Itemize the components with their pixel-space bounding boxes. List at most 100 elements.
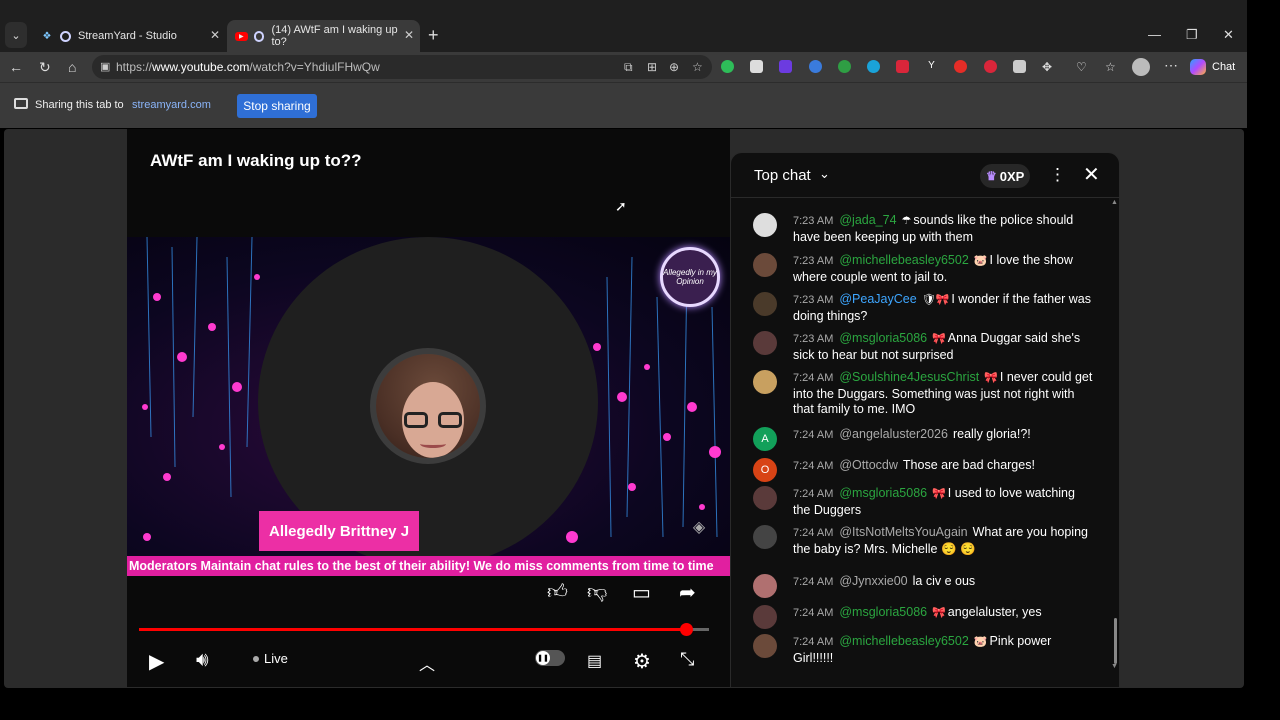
- share-icon[interactable]: ➦: [679, 580, 696, 605]
- user-avatar[interactable]: [753, 213, 777, 237]
- live-dot: [253, 655, 259, 662]
- address-bar[interactable]: ▣ https://www.youtube.com/watch?v=Yhdiul…: [92, 55, 712, 79]
- site-info-icon[interactable]: ▣: [100, 60, 110, 73]
- extension-icon[interactable]: [896, 60, 909, 73]
- host-name-tag: Allegedly Brittney J: [259, 511, 420, 551]
- user-avatar[interactable]: A: [753, 427, 777, 451]
- app-available-icon[interactable]: ⧉: [624, 60, 633, 75]
- user-avatar[interactable]: [753, 370, 777, 394]
- chat-mode-title[interactable]: Top chat: [754, 167, 811, 184]
- message-text: really gloria!?!: [952, 427, 1031, 441]
- extension-icon[interactable]: Y: [925, 60, 938, 73]
- play-icon[interactable]: ▶: [149, 649, 164, 674]
- extension-icon[interactable]: [779, 60, 792, 73]
- live-label: Live: [264, 651, 288, 666]
- video-player[interactable]: AWtF am I waking up to?? Allegedly in my…: [127, 129, 730, 687]
- message-timestamp: 7:23 AM: [793, 215, 834, 227]
- new-tab-button[interactable]: +: [428, 25, 439, 46]
- tab-search-menu[interactable]: ⌄: [5, 22, 27, 48]
- user-avatar[interactable]: [753, 574, 777, 598]
- chat-message-body: 7:24 AM @msgloria5086 🎀 angelaluster, yes: [793, 605, 1093, 622]
- message-author[interactable]: @Jynxxie00: [839, 574, 907, 588]
- message-author[interactable]: @msgloria5086: [839, 605, 927, 619]
- message-author[interactable]: @Soulshine4JesusChrist: [839, 370, 979, 384]
- extension-icon[interactable]: [809, 60, 822, 73]
- message-author[interactable]: @angelaluster2026: [839, 427, 948, 441]
- minimize-button[interactable]: —: [1148, 27, 1161, 42]
- copilot-chat-button[interactable]: Chat: [1190, 58, 1235, 76]
- message-timestamp: 7:24 AM: [793, 488, 834, 500]
- message-author[interactable]: @jada_74: [839, 213, 896, 227]
- refresh-icon[interactable]: ↻: [39, 59, 51, 76]
- extension-icon[interactable]: [954, 60, 967, 73]
- volume-icon[interactable]: 🔊︎: [196, 649, 209, 672]
- message-author[interactable]: @michellebeasley6502: [839, 634, 968, 648]
- extension-icon[interactable]: [750, 60, 763, 73]
- autoplay-toggle[interactable]: ❚❚: [535, 650, 565, 666]
- chat-header: Top chat ⌄ ♛ 0XP ⋮ ✕: [731, 153, 1119, 198]
- user-avatar[interactable]: O: [753, 458, 777, 482]
- xp-badge[interactable]: ♛ 0XP: [980, 164, 1031, 188]
- tab-youtube[interactable]: ▶ (14) AWtF am I waking up to? ✕: [227, 20, 420, 52]
- browser-essentials-icon[interactable]: ♡: [1076, 60, 1089, 74]
- close-chat-icon[interactable]: ✕: [1083, 162, 1100, 187]
- message-author[interactable]: @PeaJayCee: [839, 292, 916, 306]
- close-window-button[interactable]: ✕: [1223, 27, 1234, 43]
- member-badge-icon: 🐷: [973, 255, 988, 267]
- copilot-icon: [1190, 59, 1206, 75]
- profile-avatar[interactable]: [1132, 58, 1150, 76]
- user-avatar[interactable]: [753, 331, 777, 355]
- more-options-icon[interactable]: ⋮: [1049, 165, 1066, 185]
- message-author[interactable]: @msgloria5086: [839, 331, 927, 345]
- tab-streamyard[interactable]: ❖ StreamYard - Studio ✕: [32, 20, 226, 52]
- home-icon[interactable]: ⌂: [68, 59, 76, 75]
- back-icon[interactable]: ←: [9, 59, 23, 75]
- settings-gear-icon[interactable]: ⚙: [633, 649, 651, 674]
- mouse-cursor: ➚: [615, 198, 627, 214]
- sharing-target-link[interactable]: streamyard.com: [132, 99, 211, 111]
- user-avatar[interactable]: [753, 634, 777, 658]
- progress-scrubber[interactable]: [680, 623, 694, 636]
- message-text: angelaluster, yes: [947, 605, 1042, 619]
- message-author[interactable]: @msgloria5086: [839, 486, 927, 500]
- exit-fullscreen-icon[interactable]: ⤡: [680, 649, 694, 670]
- close-tab-icon[interactable]: ✕: [404, 28, 414, 42]
- chat-message-body: 7:23 AM @msgloria5086 🎀 Anna Duggar said sh…: [793, 331, 1093, 363]
- extension-icon[interactable]: [838, 60, 851, 73]
- chevron-down-icon[interactable]: ⌄: [819, 166, 830, 182]
- zoom-icon[interactable]: ⊕: [669, 60, 679, 74]
- comments-icon[interactable]: ▭: [632, 580, 651, 605]
- extension-icon[interactable]: [1013, 60, 1026, 73]
- user-avatar[interactable]: [753, 525, 777, 549]
- message-timestamp: 7:24 AM: [793, 527, 834, 539]
- xp-value: 0XP: [999, 168, 1025, 184]
- url-host: www.youtube.com: [152, 60, 250, 74]
- extensions-puzzle-icon[interactable]: ✥: [1042, 60, 1055, 74]
- scroll-down-arrow[interactable]: ▼: [1111, 663, 1118, 670]
- progress-bar[interactable]: [139, 623, 709, 636]
- chat-scrollbar[interactable]: [1114, 203, 1117, 664]
- message-author[interactable]: @michellebeasley6502: [839, 253, 968, 267]
- restore-button[interactable]: ❐: [1186, 27, 1198, 43]
- user-avatar[interactable]: [753, 486, 777, 510]
- user-avatar[interactable]: [753, 253, 777, 277]
- split-screen-icon[interactable]: ⊞: [647, 60, 657, 74]
- user-avatar[interactable]: [753, 292, 777, 316]
- extension-icon[interactable]: [984, 60, 997, 73]
- user-avatar[interactable]: [753, 605, 777, 629]
- close-tab-icon[interactable]: ✕: [210, 28, 220, 42]
- favorites-icon[interactable]: ☆: [1105, 60, 1118, 74]
- chevron-up-icon[interactable]: ︿: [419, 651, 435, 675]
- extension-icon[interactable]: [721, 60, 734, 73]
- message-author[interactable]: @Ottocdw: [839, 458, 898, 472]
- captions-icon[interactable]: ▤: [587, 651, 602, 671]
- like-icon[interactable]: 👍︎: [547, 580, 568, 604]
- favorite-star-icon[interactable]: ☆: [692, 60, 703, 74]
- message-author[interactable]: @ItsNotMeltsYouAgain: [839, 525, 967, 539]
- scrollbar-thumb[interactable]: [1114, 618, 1117, 664]
- extension-icon[interactable]: [867, 60, 880, 73]
- stop-sharing-button[interactable]: Stop sharing: [237, 94, 317, 118]
- live-indicator[interactable]: Live: [253, 651, 288, 666]
- dislike-icon[interactable]: 👎︎: [587, 580, 607, 604]
- more-menu-icon[interactable]: ⋯: [1164, 57, 1178, 74]
